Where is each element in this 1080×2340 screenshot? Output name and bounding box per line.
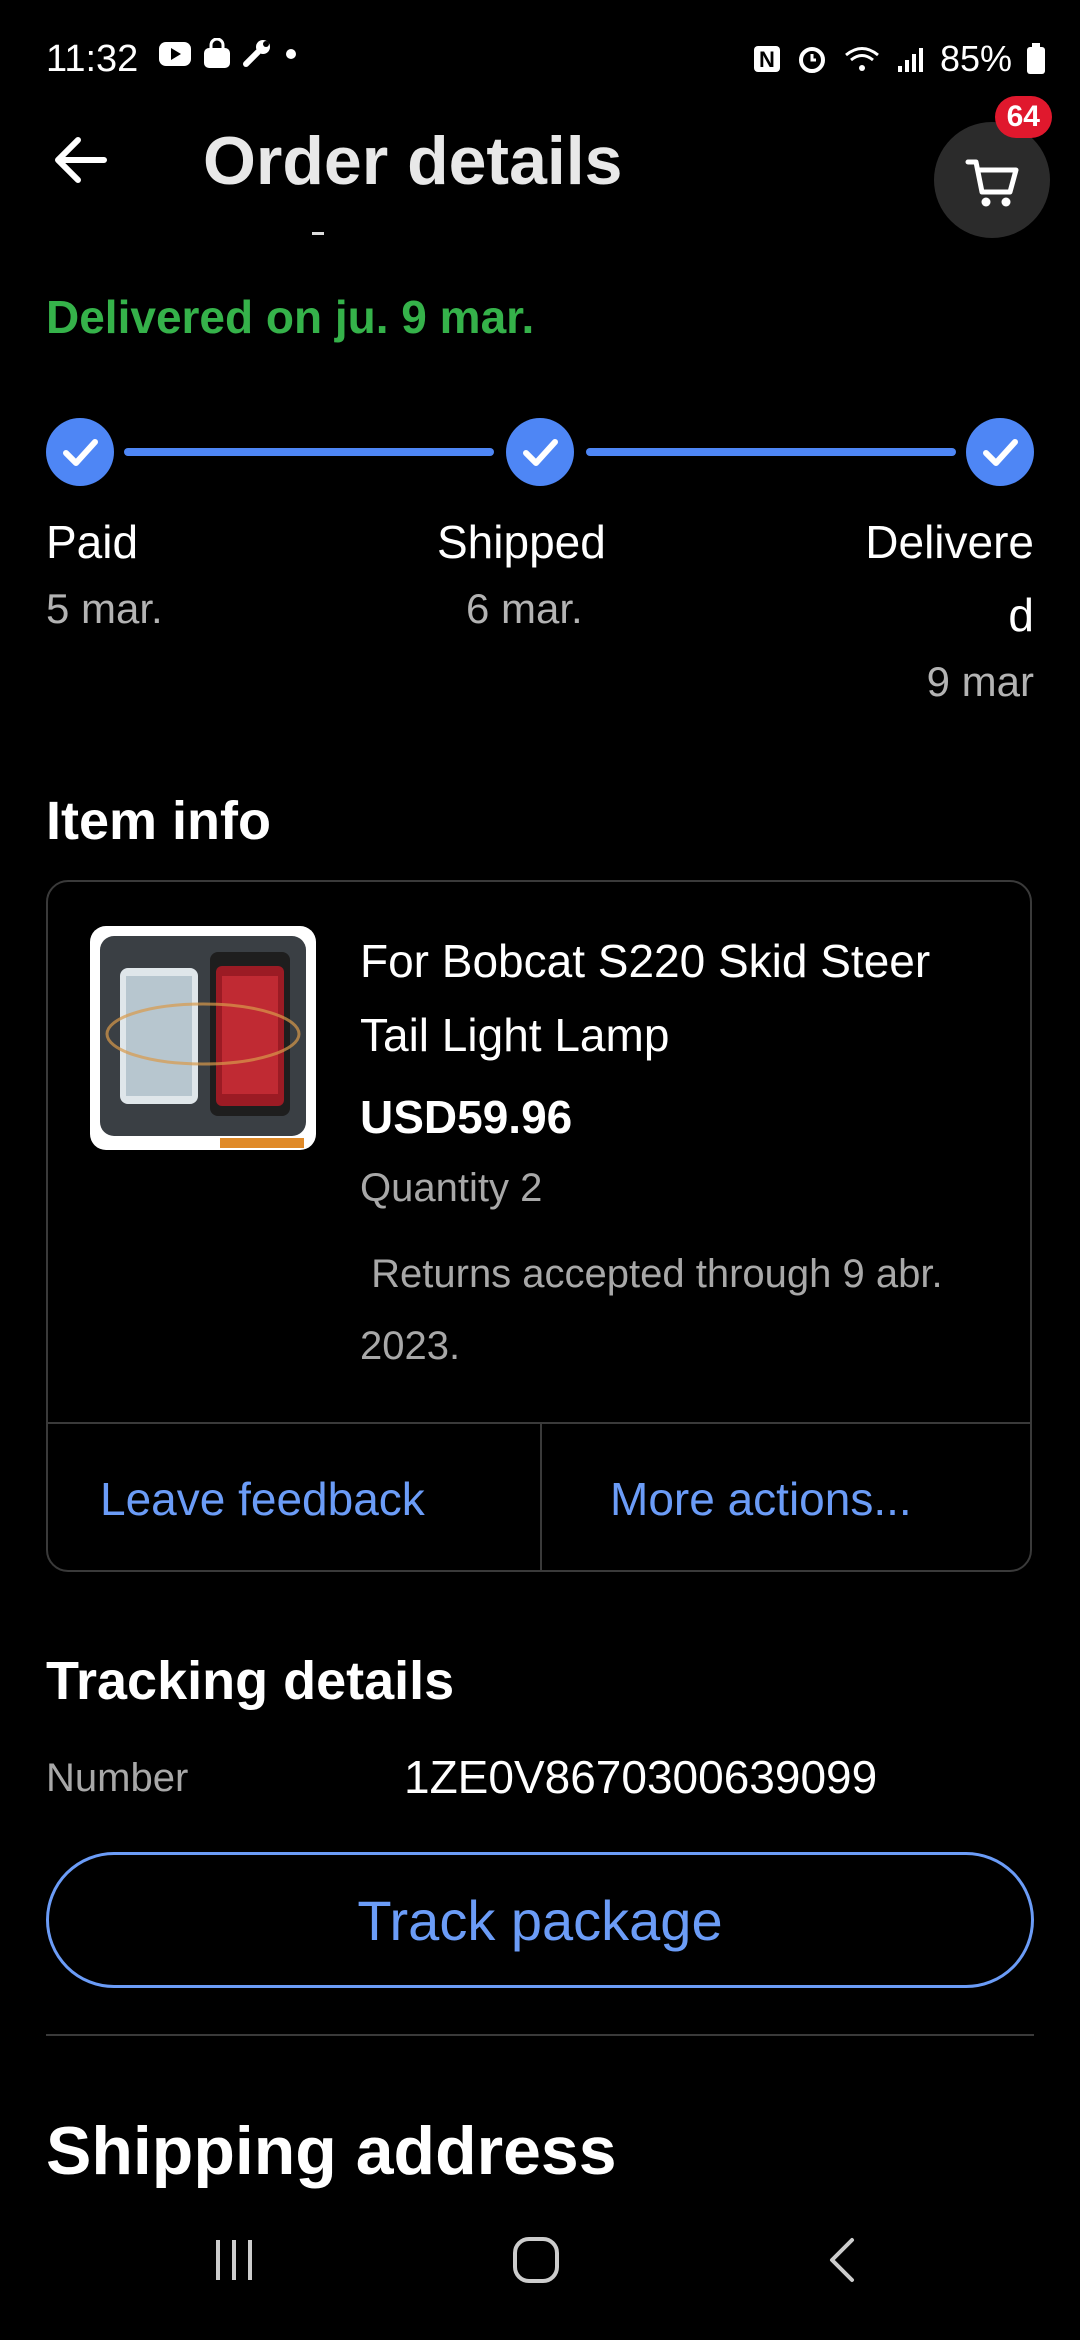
step-paid-check-icon — [46, 418, 114, 486]
tail-light-image-icon — [100, 936, 306, 1148]
svg-text:N: N — [759, 47, 775, 72]
tracking-heading: Tracking details — [46, 1651, 455, 1711]
more-actions-button[interactable]: More actions... — [610, 1472, 912, 1526]
home-icon — [513, 2237, 559, 2283]
status-right-group: N 85% — [752, 38, 1046, 80]
nfc-icon: N — [753, 46, 780, 72]
item-info-heading: Item info — [46, 791, 271, 851]
item-thumbnail[interactable] — [90, 926, 316, 1150]
tracking-number-label: Number — [46, 1756, 189, 1800]
step-shipped-check-icon — [506, 418, 574, 486]
status-time: 11:32 — [46, 38, 139, 80]
status-notification-icons — [158, 38, 298, 70]
progress-line — [586, 448, 956, 456]
signal-icon — [897, 48, 923, 72]
returns-info: Returns accepted through 9 abr. 2023. — [360, 1252, 954, 1368]
chevron-left-icon — [830, 2238, 854, 2282]
step-paid-label: Paid — [46, 516, 139, 568]
step-delivered-label: Delivere — [865, 516, 1034, 568]
battery-percent: 85% — [939, 38, 1012, 79]
progress-line — [124, 448, 494, 456]
recent-apps-button[interactable] — [210, 2236, 258, 2289]
cart-count-badge: 64 — [994, 96, 1052, 138]
alarm-icon — [798, 47, 825, 73]
card-divider — [46, 1422, 1032, 1424]
cart-button[interactable] — [934, 122, 1050, 238]
step-paid-date: 5 mar. — [46, 585, 163, 632]
shopping-bag-icon — [204, 38, 230, 68]
item-title[interactable]: For Bobcat S220 Skid Steer Tail Light La… — [360, 924, 980, 1072]
divider-dash — [312, 232, 324, 235]
shipping-heading: Shipping address — [46, 2113, 617, 2189]
track-package-button[interactable]: Track package — [46, 1852, 1034, 1988]
dot-icon — [286, 49, 296, 59]
item-quantity: Quantity 2 — [360, 1166, 543, 1210]
home-button[interactable] — [510, 2234, 562, 2291]
step-shipped-date: 6 mar. — [466, 585, 583, 632]
youtube-icon — [159, 42, 191, 66]
leave-feedback-button[interactable]: Leave feedback — [100, 1472, 425, 1526]
battery-icon — [1027, 43, 1045, 74]
step-delivered-check-icon — [966, 418, 1034, 486]
wifi-icon — [844, 47, 879, 71]
step-shipped-label: Shipped — [437, 516, 606, 568]
page-title: Order details — [203, 123, 623, 199]
item-price: USD59.96 — [360, 1091, 573, 1143]
back-arrow-icon — [55, 137, 107, 183]
back-button[interactable] — [50, 130, 110, 190]
system-back-button[interactable] — [822, 2234, 862, 2291]
card-vertical-divider — [540, 1422, 542, 1572]
tracking-number: 1ZE0V8670300639099 — [404, 1751, 878, 1803]
recent-apps-icon — [216, 2240, 252, 2280]
cart-icon — [965, 159, 1019, 207]
step-delivered-label-wrap: d — [1008, 589, 1034, 641]
step-delivered-date: 9 mar — [926, 658, 1034, 705]
delivery-status: Delivered on ju. 9 mar. — [46, 291, 535, 343]
section-divider — [46, 2034, 1034, 2036]
wrench-icon — [243, 40, 270, 67]
